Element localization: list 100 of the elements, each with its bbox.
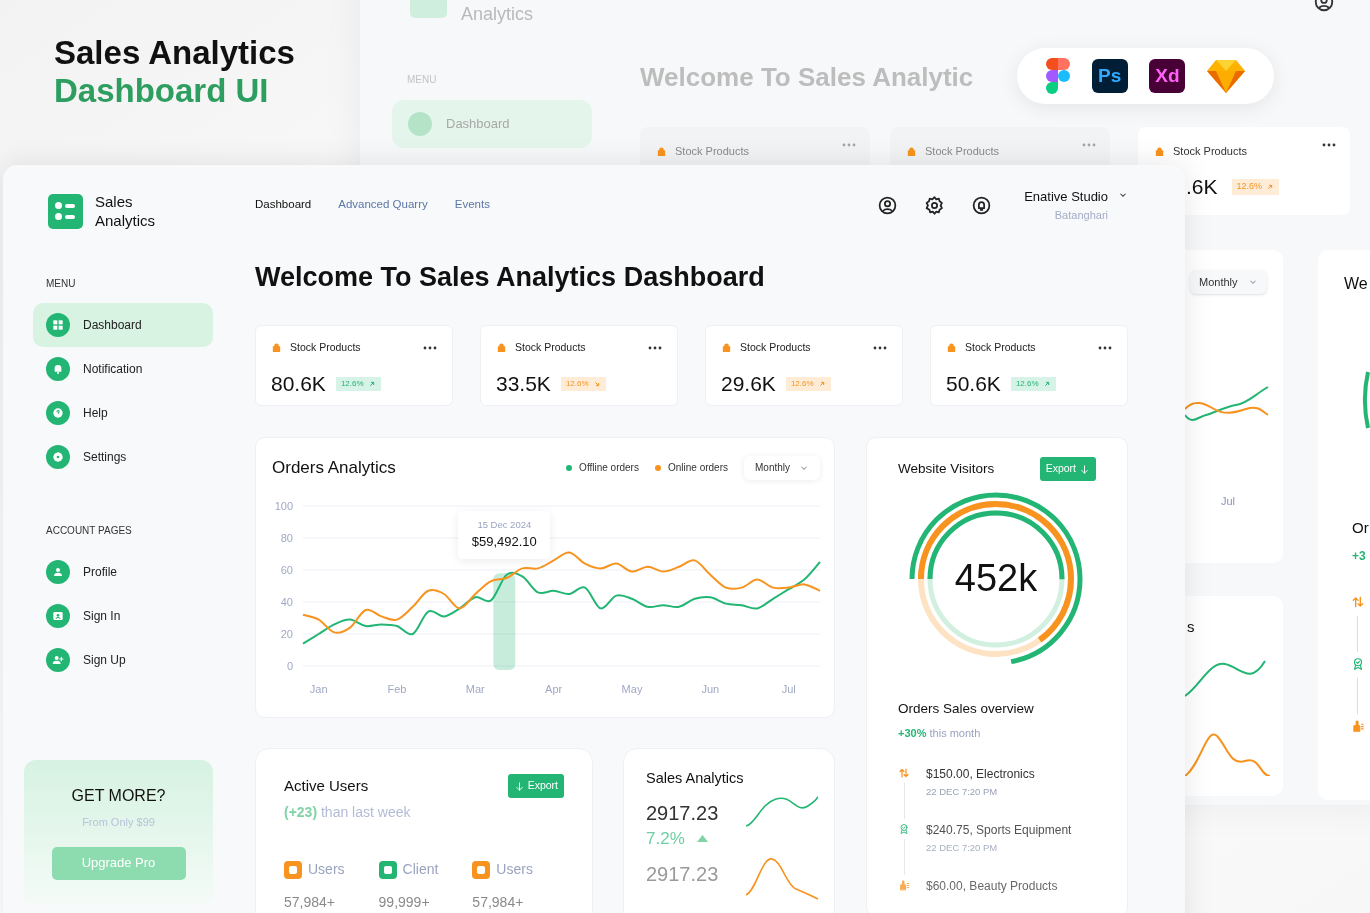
change-badge: 12.6% bbox=[335, 376, 381, 391]
axis-label: Apr bbox=[545, 683, 563, 695]
timeline-title: $240.75, Sports Equipment bbox=[926, 822, 1072, 838]
card-subtitle: Or bbox=[1352, 518, 1369, 538]
card-subtitle: (+23) than last week bbox=[284, 803, 412, 822]
stat-value: 33.5K bbox=[496, 370, 551, 397]
diamond-icon bbox=[1207, 59, 1246, 93]
stat-value: 29.6K bbox=[721, 370, 776, 397]
sales-change: 7.2% bbox=[646, 827, 685, 850]
overview-change: +30% this month bbox=[898, 726, 982, 742]
app-logo: Xd bbox=[1149, 59, 1186, 93]
axis-label: 60 bbox=[280, 564, 293, 576]
sidebar-item[interactable]: Profile bbox=[33, 550, 213, 594]
page-title: Welcome To Sales Analytic bbox=[640, 61, 974, 94]
axis-label: Jul bbox=[1221, 494, 1236, 509]
shopping-bag-icon bbox=[946, 342, 957, 354]
axis-label: 80 bbox=[280, 532, 293, 544]
card-title: s bbox=[1187, 617, 1195, 637]
sidebar-item[interactable]: Sign Up bbox=[33, 638, 213, 682]
shopping-bag-icon bbox=[271, 342, 282, 354]
stat-value: 57,984+ bbox=[284, 893, 336, 912]
stat-value: 50.6K bbox=[946, 370, 1001, 397]
change-text: +3 bbox=[1352, 548, 1366, 565]
sidebar-item[interactable]: Notification bbox=[33, 347, 213, 391]
stat-value: 57,984+ bbox=[472, 893, 525, 912]
logo-icon bbox=[1045, 58, 1070, 94]
user-icon bbox=[877, 194, 899, 216]
legend-label: Offline orders bbox=[579, 461, 639, 476]
nav-link[interactable]: Dashboard bbox=[255, 196, 312, 214]
arrows-icon bbox=[898, 766, 910, 779]
period-dropdown[interactable]: Monthly bbox=[744, 455, 820, 480]
axis-label: 0 bbox=[286, 660, 293, 672]
card-title: Active Users bbox=[284, 775, 369, 796]
more-icon[interactable] bbox=[423, 345, 437, 350]
logo-icon bbox=[48, 193, 83, 229]
grid-icon bbox=[50, 317, 66, 333]
axis-label: 100 bbox=[274, 500, 293, 512]
settings-icon bbox=[50, 449, 66, 465]
tooltip-date: 15 Dec 2024 bbox=[477, 518, 532, 533]
card-label: Stock Products bbox=[925, 144, 999, 159]
user-location: Batanghari bbox=[1054, 207, 1108, 223]
arrows-icon bbox=[1351, 595, 1365, 609]
sidebar-item[interactable]: Dashboard bbox=[33, 303, 213, 347]
change-badge: 12.6% bbox=[1010, 376, 1056, 391]
promo-heading: GET MORE? bbox=[71, 786, 166, 806]
more-icon[interactable] bbox=[873, 345, 887, 350]
question-icon bbox=[50, 405, 66, 421]
shopping-bag-icon bbox=[496, 342, 507, 354]
change-badge: 12.6% bbox=[785, 376, 831, 391]
section-heading: MENU bbox=[45, 277, 77, 291]
nav-link[interactable]: Advanced Quarry bbox=[338, 196, 428, 214]
ring-gauge-drawing bbox=[1362, 370, 1370, 430]
axis-label: Feb bbox=[387, 683, 407, 695]
visitor-count: 452k bbox=[953, 556, 1039, 601]
card-label: Stock Products bbox=[740, 340, 811, 355]
timeline-time: 22 DEC 7:20 PM bbox=[926, 784, 999, 799]
stat-label: Client bbox=[402, 860, 439, 879]
page-title: Welcome To Sales Analytics Dashboard bbox=[255, 261, 766, 294]
stat-label: Users bbox=[308, 860, 345, 879]
more-icon[interactable] bbox=[1322, 143, 1336, 147]
shopping-bag-icon bbox=[906, 145, 917, 157]
sidebar-item[interactable]: Settings bbox=[33, 435, 213, 479]
brand-name: Analytics bbox=[461, 3, 534, 26]
card-label: Stock Products bbox=[290, 340, 361, 355]
tooltip-value: $59,492.10 bbox=[471, 533, 537, 552]
hand-icon bbox=[1351, 719, 1365, 733]
change-badge: 12.6% bbox=[560, 376, 606, 391]
sidebar-item[interactable]: Sign In bbox=[33, 594, 213, 638]
user-name: Enative Studio bbox=[1024, 188, 1108, 206]
axis-label: Mar bbox=[465, 683, 485, 695]
axis-label: 40 bbox=[280, 596, 293, 608]
shopping-bag-icon bbox=[656, 145, 667, 157]
overview-title: Orders Sales overview bbox=[898, 700, 1035, 718]
card-label: Stock Products bbox=[675, 144, 749, 159]
axis-label: 20 bbox=[280, 628, 293, 640]
sales-value: 2917.23 bbox=[646, 862, 719, 888]
stat-value: 99,999+ bbox=[378, 893, 431, 912]
axis-label: Jan bbox=[309, 683, 328, 695]
card-title: We bbox=[1344, 274, 1368, 294]
grid-icon bbox=[408, 112, 432, 136]
change-badge: 12.6% bbox=[1231, 178, 1280, 195]
arrow-down-icon bbox=[513, 780, 525, 792]
card-title: Sales Analytics bbox=[646, 769, 745, 788]
axis-label: Jul bbox=[781, 683, 796, 695]
period-dropdown[interactable]: Monthly bbox=[1190, 270, 1267, 294]
card-label: Stock Products bbox=[965, 340, 1036, 355]
more-icon[interactable] bbox=[1098, 345, 1112, 350]
timeline-title: $150.00, Electronics bbox=[926, 766, 1035, 782]
sales-value: 2917.23 bbox=[646, 800, 719, 826]
hand-icon bbox=[898, 878, 910, 891]
nav-link[interactable]: Events bbox=[454, 196, 490, 214]
section-heading: ACCOUNT PAGES bbox=[45, 524, 133, 538]
promo-title: Sales Analytics bbox=[54, 34, 295, 72]
sidebar-item[interactable]: Help bbox=[33, 391, 213, 435]
arrow-down-icon bbox=[1079, 463, 1090, 475]
card-title: Orders Analytics bbox=[272, 457, 396, 479]
card-label: Stock Products bbox=[515, 340, 586, 355]
award-icon bbox=[898, 822, 910, 835]
axis-label: Jun bbox=[701, 683, 720, 695]
more-icon[interactable] bbox=[648, 345, 662, 350]
